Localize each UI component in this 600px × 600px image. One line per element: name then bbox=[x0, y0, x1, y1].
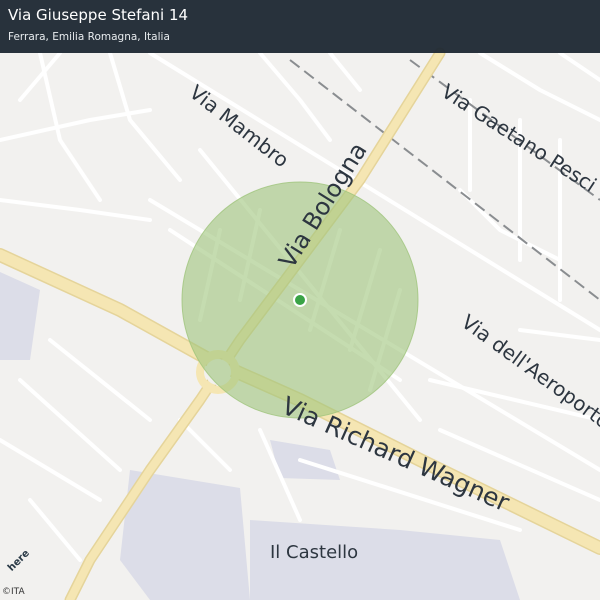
address-header: Via Giuseppe Stefani 14 Ferrara, Emilia … bbox=[0, 0, 600, 53]
map-copyright: ©ITA bbox=[2, 587, 25, 597]
address-title: Via Giuseppe Stefani 14 bbox=[8, 6, 189, 24]
label-il-castello: Il Castello bbox=[270, 542, 358, 563]
label-via-mambro: Via Mambro bbox=[185, 80, 294, 172]
location-dot-icon[interactable] bbox=[293, 293, 307, 307]
label-via-dell-aeroporto: Via dell'Aeroporto bbox=[457, 310, 600, 434]
address-subtitle: Ferrara, Emilia Romagna, Italia bbox=[8, 31, 170, 43]
map-canvas[interactable]: Via Mambro Via Bologna Via Gaetano Pesci… bbox=[0, 0, 600, 600]
